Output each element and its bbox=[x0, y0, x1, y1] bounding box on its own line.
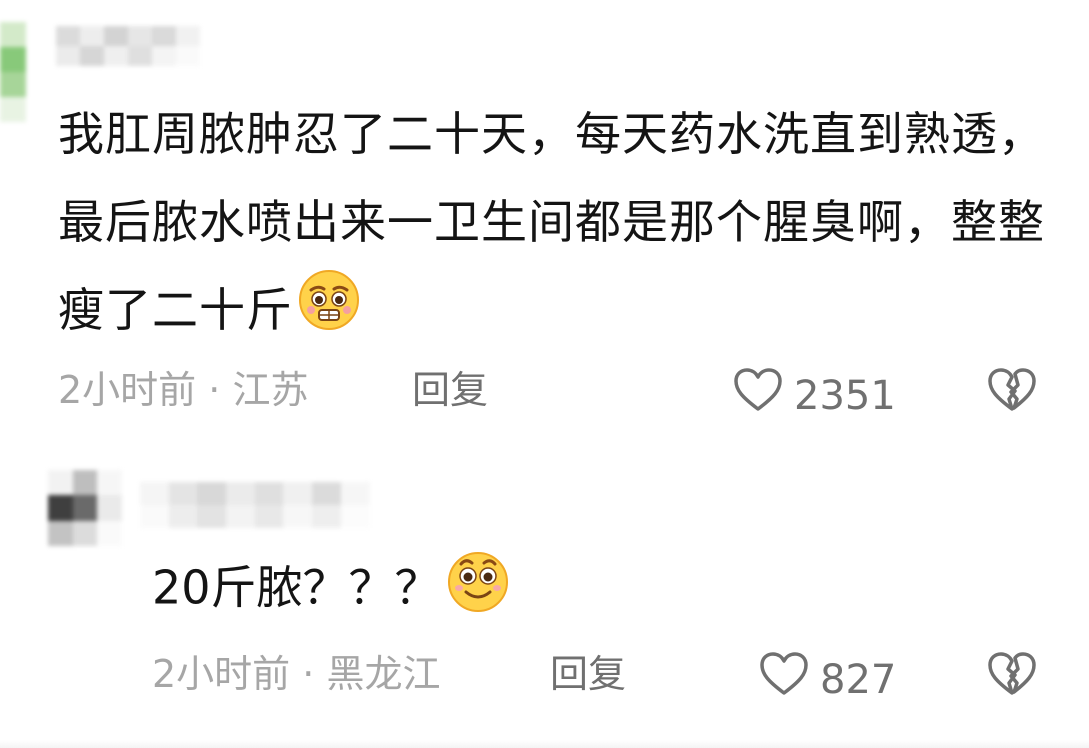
comment-list: 我肛周脓肿忍了二十天，每天药水洗直到熟透，最后脓水喷出来一卫生间都是那个腥臭啊，… bbox=[0, 0, 1089, 748]
comment-text-content: 我肛周脓肿忍了二十天，每天药水洗直到熟透，最后脓水喷出来一卫生间都是那个腥臭啊，… bbox=[58, 107, 1045, 337]
broken-heart-icon bbox=[986, 652, 1038, 702]
reply-button[interactable]: 回复 bbox=[412, 366, 488, 414]
meta-separator: · bbox=[290, 652, 327, 696]
pleading-face-icon bbox=[297, 268, 361, 360]
comment-text-content: 20斤脓？？？ bbox=[152, 560, 441, 615]
smiling-face-icon bbox=[445, 548, 511, 634]
comment-text: 20斤脓？？？ bbox=[152, 548, 852, 634]
like-button[interactable]: 827 bbox=[758, 650, 896, 709]
like-count: 827 bbox=[820, 656, 897, 703]
reply-button[interactable]: 回复 bbox=[550, 650, 626, 698]
dislike-button[interactable] bbox=[986, 650, 1038, 698]
avatar[interactable] bbox=[0, 22, 26, 122]
dislike-button[interactable] bbox=[986, 366, 1038, 414]
meta-separator: · bbox=[196, 368, 233, 412]
comment-meta: 2小时前 · 黑龙江 bbox=[152, 650, 440, 698]
comment-time: 2小时前 bbox=[58, 368, 197, 412]
comment-text: 我肛周脓肿忍了二十天，每天药水洗直到熟透，最后脓水喷出来一卫生间都是那个腥臭啊，… bbox=[58, 90, 1058, 360]
heart-icon bbox=[758, 650, 810, 709]
like-count: 2351 bbox=[794, 372, 896, 419]
list-divider bbox=[0, 740, 1089, 748]
heart-icon bbox=[732, 366, 784, 425]
broken-heart-icon bbox=[986, 368, 1038, 418]
comment-time: 2小时前 bbox=[152, 652, 291, 696]
comment-item: 我肛周脓肿忍了二十天，每天药水洗直到熟透，最后脓水喷出来一卫生间都是那个腥臭啊，… bbox=[0, 0, 1089, 440]
username[interactable] bbox=[56, 26, 200, 66]
comment-meta: 2小时前 · 江苏 bbox=[58, 366, 308, 414]
comment-location: 黑龙江 bbox=[326, 652, 441, 696]
comment-location: 江苏 bbox=[232, 368, 309, 412]
username[interactable] bbox=[140, 482, 370, 528]
avatar[interactable] bbox=[48, 470, 122, 546]
like-button[interactable]: 2351 bbox=[732, 366, 896, 425]
